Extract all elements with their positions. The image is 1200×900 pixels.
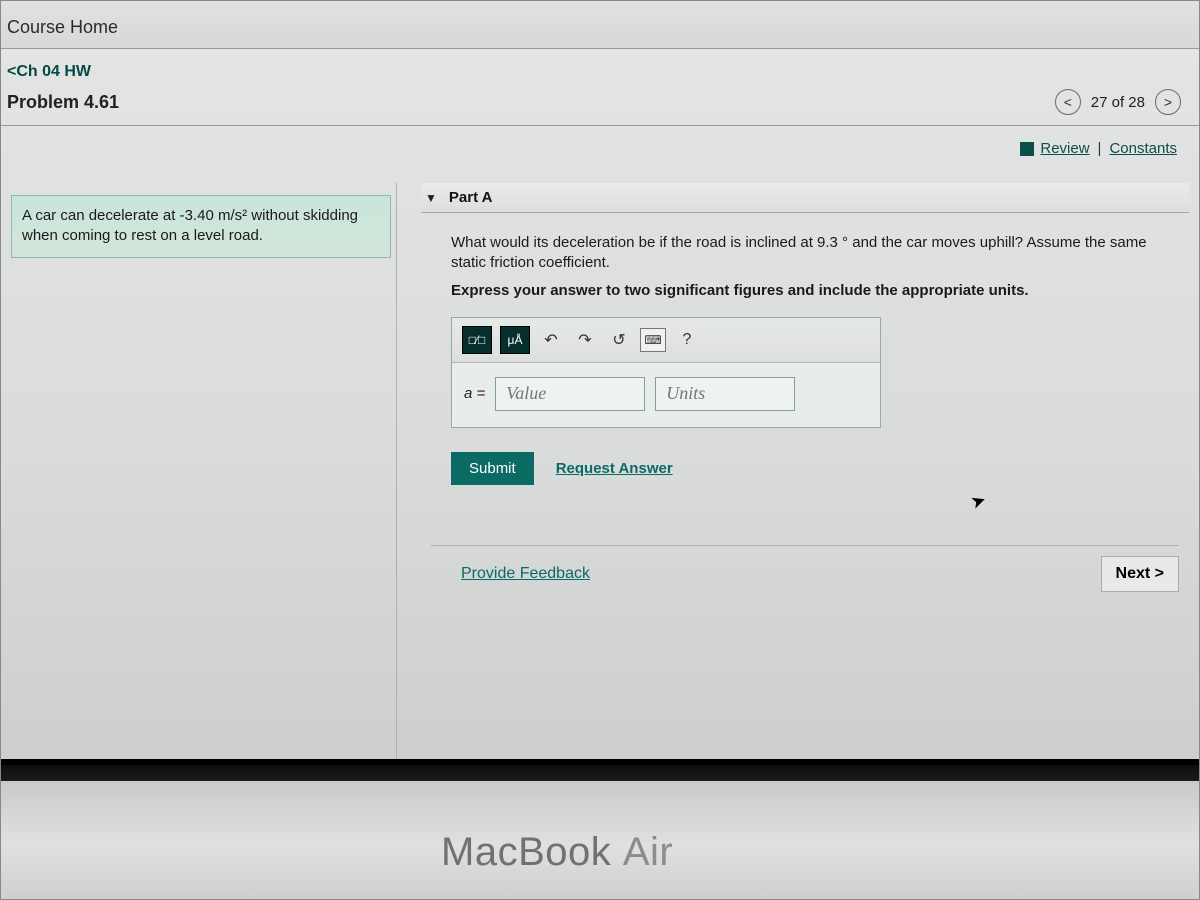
flag-icon[interactable]	[1020, 142, 1034, 156]
equation-toolbar: □⁄□ μÅ ↶ ↷ ↺ ⌨ ?	[452, 318, 880, 363]
value-input[interactable]	[495, 377, 645, 411]
review-bar: Review | Constants	[1, 126, 1199, 163]
provide-feedback-link[interactable]: Provide Feedback	[461, 565, 590, 583]
constants-link[interactable]: Constants	[1109, 140, 1177, 157]
problem-header-row: Problem 4.61 < 27 of 28 >	[1, 85, 1199, 126]
laptop-model-label: MacBook Air	[441, 830, 673, 875]
submit-row: Submit Request Answer	[451, 452, 1189, 485]
variable-label: a =	[464, 385, 485, 402]
units-input[interactable]	[655, 377, 795, 411]
request-answer-link[interactable]: Request Answer	[556, 460, 673, 477]
answer-input-row: a =	[452, 363, 880, 427]
laptop-bezel: MacBook Air	[1, 759, 1199, 899]
templates-tool-icon[interactable]: □⁄□	[462, 326, 492, 354]
review-separator: |	[1096, 140, 1104, 157]
redo-icon[interactable]: ↷	[572, 328, 598, 352]
next-problem-button[interactable]: >	[1155, 89, 1181, 115]
problem-stem-column: A car can decelerate at -3.40 m/s² witho…	[11, 183, 391, 703]
collapse-icon[interactable]: ▼	[425, 191, 437, 205]
undo-icon[interactable]: ↶	[538, 328, 564, 352]
submit-button[interactable]: Submit	[451, 452, 534, 485]
problem-title: Problem 4.61	[7, 92, 119, 113]
help-icon[interactable]: ?	[674, 328, 700, 352]
question-block: What would its deceleration be if the ro…	[421, 227, 1189, 446]
reset-icon[interactable]: ↺	[606, 328, 632, 352]
question-text: What would its deceleration be if the ro…	[451, 233, 1175, 274]
next-button[interactable]: Next >	[1101, 556, 1179, 592]
part-label: Part A	[449, 189, 493, 206]
problem-nav: < 27 of 28 >	[1055, 89, 1181, 115]
chapter-hw-link[interactable]: <Ch 04 HW	[1, 49, 1199, 85]
symbols-tool-icon[interactable]: μÅ	[500, 326, 530, 354]
answer-column: ▼ Part A What would its deceleration be …	[421, 183, 1189, 703]
answer-instruction: Express your answer to two significant f…	[451, 282, 1175, 299]
content-area: A car can decelerate at -3.40 m/s² witho…	[1, 163, 1199, 703]
prev-problem-button[interactable]: <	[1055, 89, 1081, 115]
course-home-link[interactable]: Course Home	[1, 1, 1199, 49]
answer-box: □⁄□ μÅ ↶ ↷ ↺ ⌨ ? a =	[451, 317, 881, 428]
keyboard-icon[interactable]: ⌨	[640, 328, 666, 352]
problem-counter: 27 of 28	[1091, 94, 1145, 111]
footer-row: Provide Feedback Next >	[431, 545, 1179, 592]
part-header[interactable]: ▼ Part A	[421, 183, 1189, 213]
review-link[interactable]: Review	[1040, 140, 1089, 157]
problem-stem: A car can decelerate at -3.40 m/s² witho…	[11, 195, 391, 258]
